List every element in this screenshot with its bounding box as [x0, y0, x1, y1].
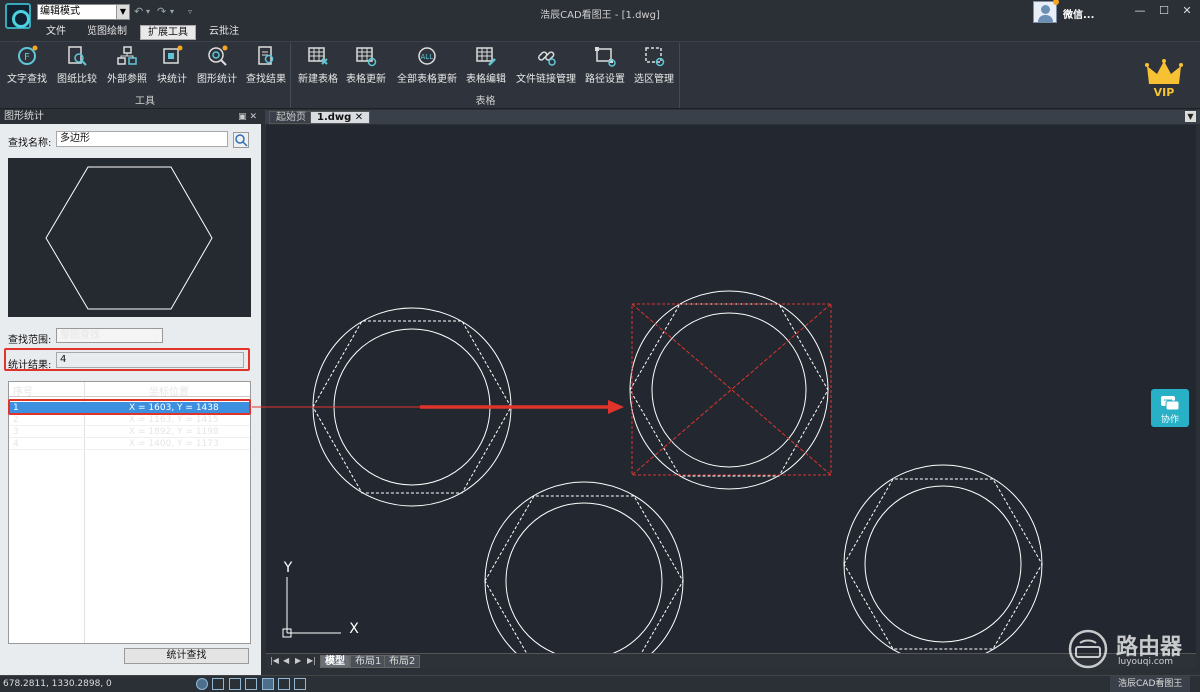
- watermark-url: luyouqi.com: [1118, 657, 1174, 667]
- fullscreen-icon[interactable]: [294, 678, 306, 690]
- cursor-coordinates: 678.2811, 1330.2898, 0: [3, 679, 112, 689]
- ortho-icon[interactable]: [278, 678, 290, 690]
- annotation-arrow: [252, 400, 624, 414]
- watermark: 路由器 luyouqi.com: [1060, 627, 1192, 673]
- status-bar: 678.2811, 1330.2898, 0 浩辰CAD看图王: [0, 675, 1200, 692]
- router-logo-icon: [1068, 629, 1108, 669]
- collaborate-label: 协作: [1160, 415, 1179, 425]
- next-layout-icon[interactable]: ▶: [295, 656, 301, 665]
- prev-layout-icon[interactable]: ◀: [283, 656, 289, 665]
- status-app-name: 浩辰CAD看图王: [1110, 676, 1191, 692]
- polar-icon[interactable]: [245, 678, 257, 690]
- tab-layout-1[interactable]: 布局1: [350, 655, 387, 668]
- last-layout-icon[interactable]: ▶|: [307, 656, 316, 665]
- layout-tabs: |◀ ◀ ▶ ▶| 模型 布局1 布局2: [266, 653, 1196, 668]
- tab-layout-2[interactable]: 布局2: [384, 655, 421, 668]
- zoom-icon[interactable]: [229, 678, 241, 690]
- grid-icon[interactable]: [212, 678, 224, 690]
- snap-icon[interactable]: [196, 678, 208, 690]
- tab-model[interactable]: 模型: [320, 655, 350, 668]
- osnap-icon[interactable]: [262, 678, 274, 690]
- collaborate-button[interactable]: 协作: [1151, 389, 1189, 427]
- first-layout-icon[interactable]: |◀: [270, 656, 279, 665]
